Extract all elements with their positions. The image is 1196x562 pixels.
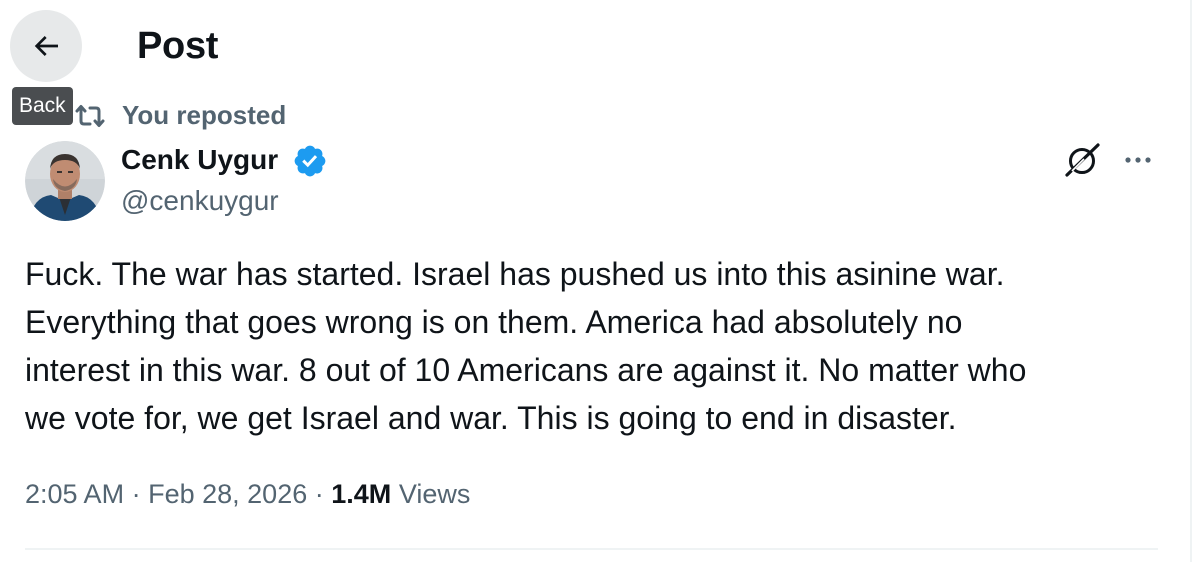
arrow-left-icon — [34, 36, 58, 56]
divider — [25, 548, 1158, 550]
repost-icon — [75, 105, 105, 127]
meta-separator: · — [131, 479, 141, 509]
post-time: 2:05 AM — [25, 479, 125, 509]
meta-separator: · — [314, 479, 324, 509]
column-border — [1190, 0, 1192, 562]
post-text-line: interest in this war. 8 out of 10 Americ… — [25, 352, 1027, 388]
post-text-line: Everything that goes wrong is on them. A… — [25, 304, 963, 340]
back-tooltip: Back — [12, 87, 73, 125]
repost-label[interactable]: You reposted — [122, 98, 286, 132]
post-date: Feb 28, 2026 — [148, 479, 308, 509]
back-button[interactable] — [10, 10, 82, 82]
post-text-line: we vote for, we get Israel and war. This… — [25, 400, 957, 436]
views-count: 1.4M — [331, 479, 392, 509]
more-horizontal-icon[interactable] — [1120, 145, 1156, 175]
post-metadata: 2:05 AM · Feb 28, 2026 · 1.4M Views — [25, 476, 470, 512]
post-text-line: Fuck. The war has started. Israel has pu… — [25, 256, 1005, 292]
verified-badge-icon[interactable] — [292, 143, 328, 179]
post-text: Fuck. The war has started. Israel has pu… — [25, 250, 1165, 442]
post-timestamp[interactable]: 2:05 AM · Feb 28, 2026 — [25, 479, 307, 509]
author-name[interactable]: Cenk Uygur — [121, 142, 278, 178]
author-handle[interactable]: @cenkuygur — [121, 184, 279, 218]
views-label: Views — [398, 479, 471, 509]
avatar[interactable] — [25, 141, 105, 221]
grok-icon[interactable] — [1063, 140, 1103, 180]
page-title: Post — [137, 25, 219, 67]
avatar-image — [25, 141, 105, 221]
